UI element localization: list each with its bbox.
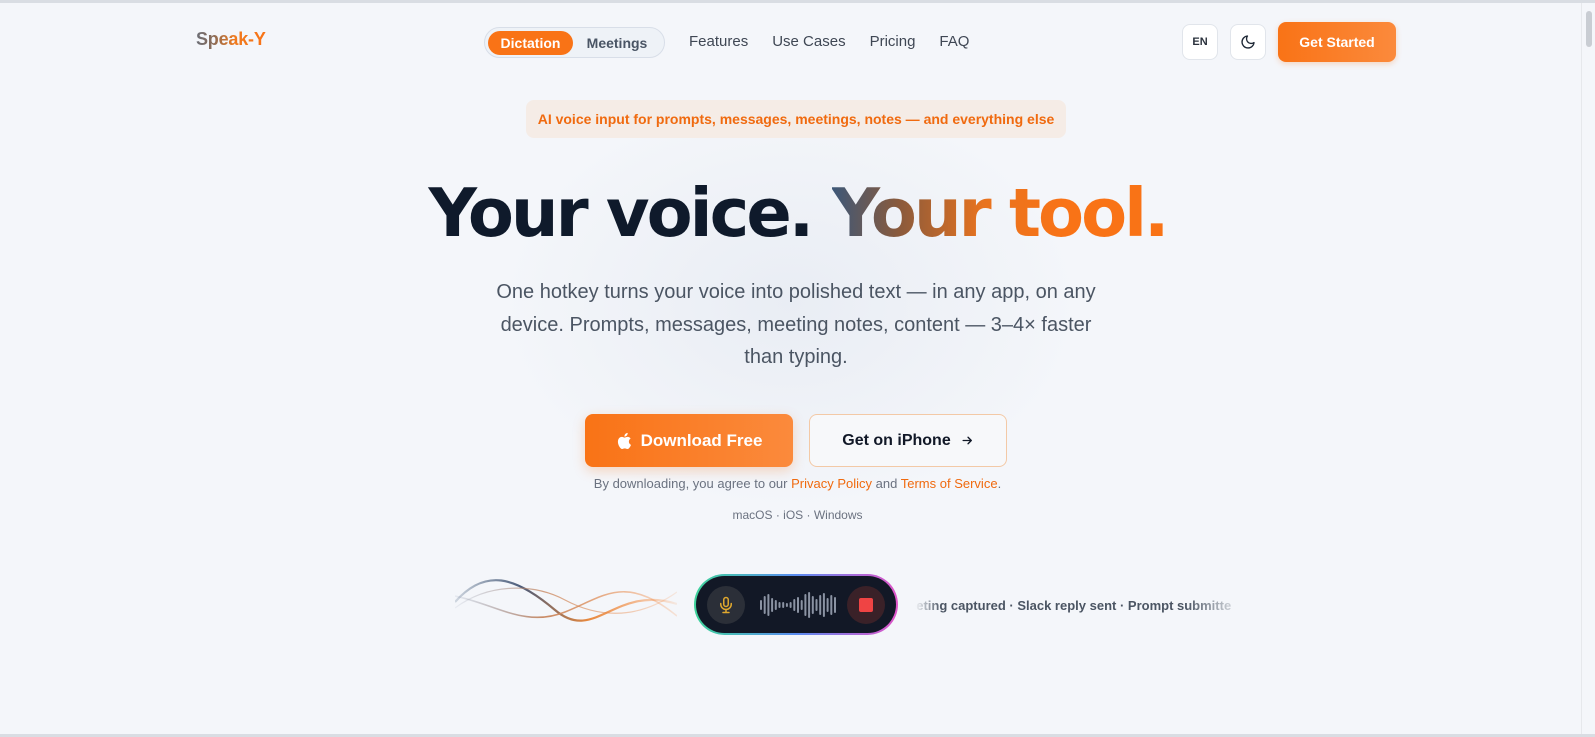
nav-link-features[interactable]: Features	[689, 33, 748, 50]
iphone-label: Get on iPhone	[842, 431, 951, 449]
microphone-icon	[720, 596, 732, 614]
audio-level-bar	[771, 598, 774, 612]
audio-level-bar	[785, 603, 788, 607]
stop-recording-button[interactable]	[847, 586, 885, 624]
privacy-policy-link[interactable]: Privacy Policy	[791, 476, 872, 491]
audio-level-bar	[774, 600, 777, 610]
audio-level-bar	[834, 597, 836, 613]
audio-level-bar	[763, 596, 766, 614]
theme-toggle-button[interactable]	[1230, 24, 1266, 60]
audio-level-bar	[778, 602, 781, 608]
hero-headline: Your voice. Your tool.	[0, 171, 1595, 255]
get-started-button[interactable]: Get Started	[1278, 22, 1396, 62]
get-on-iphone-button[interactable]: Get on iPhone	[809, 414, 1007, 467]
arrow-right-icon	[962, 436, 972, 445]
mode-meetings[interactable]: Meetings	[573, 31, 661, 55]
audio-level-bar	[811, 596, 814, 614]
audio-level-bars	[760, 592, 836, 618]
audio-level-bar	[822, 593, 825, 617]
audio-level-bar	[793, 599, 796, 611]
brand-logo[interactable]: Speak-Y	[196, 29, 266, 50]
audio-level-bar	[782, 602, 785, 608]
legal-suffix: .	[997, 476, 1002, 491]
nav-link-pricing[interactable]: Pricing	[870, 33, 916, 50]
terms-of-service-link[interactable]: Terms of Service	[901, 476, 998, 491]
hero-badge: AI voice input for prompts, messages, me…	[526, 100, 1066, 138]
ticker-text: eeting captured · Slack reply sent · Pro…	[915, 598, 1232, 613]
audio-level-bar	[815, 599, 818, 611]
activity-ticker: eeting captured · Slack reply sent · Pro…	[915, 598, 1245, 618]
main-nav: Features Use Cases Pricing FAQ	[689, 33, 969, 50]
download-free-button[interactable]: Download Free	[585, 414, 793, 467]
legal-notice: By downloading, you agree to our Privacy…	[0, 476, 1595, 491]
page-scrollbar[interactable]	[1581, 3, 1595, 737]
audio-level-bar	[789, 602, 792, 608]
audio-level-bar	[797, 597, 799, 613]
nav-link-use-cases[interactable]: Use Cases	[772, 33, 845, 50]
mode-toggle: Dictation Meetings	[484, 27, 665, 58]
audio-level-bar	[804, 594, 807, 616]
moon-icon	[1241, 35, 1255, 49]
nav-link-faq[interactable]: FAQ	[939, 33, 969, 50]
stop-icon	[859, 598, 873, 612]
legal-prefix: By downloading, you agree to our	[593, 476, 788, 491]
mode-dictation[interactable]: Dictation	[488, 30, 573, 55]
audio-level-bar	[826, 598, 829, 612]
audio-level-bar	[819, 595, 822, 615]
headline-part-1: Your voice.	[428, 174, 814, 252]
language-button[interactable]: EN	[1182, 24, 1218, 60]
hero-subtitle: One hotkey turns your voice into polishe…	[496, 281, 1096, 368]
recorder-body	[696, 576, 896, 633]
supported-platforms: macOS · iOS · Windows	[732, 508, 863, 522]
audio-level-bar	[800, 600, 803, 610]
audio-level-bar	[808, 592, 811, 618]
apple-icon	[617, 432, 631, 449]
headline-part-2: Your tool.	[831, 174, 1170, 252]
scrollbar-thumb[interactable]	[1586, 11, 1592, 47]
microphone-button[interactable]	[707, 586, 745, 624]
sound-waves-graphic	[455, 579, 677, 622]
download-label: Download Free	[640, 430, 763, 450]
voice-recorder-widget	[694, 574, 898, 635]
audio-level-bar	[760, 600, 762, 610]
audio-level-bar	[830, 595, 833, 615]
legal-and: and	[875, 476, 898, 491]
audio-level-bar	[767, 594, 770, 616]
